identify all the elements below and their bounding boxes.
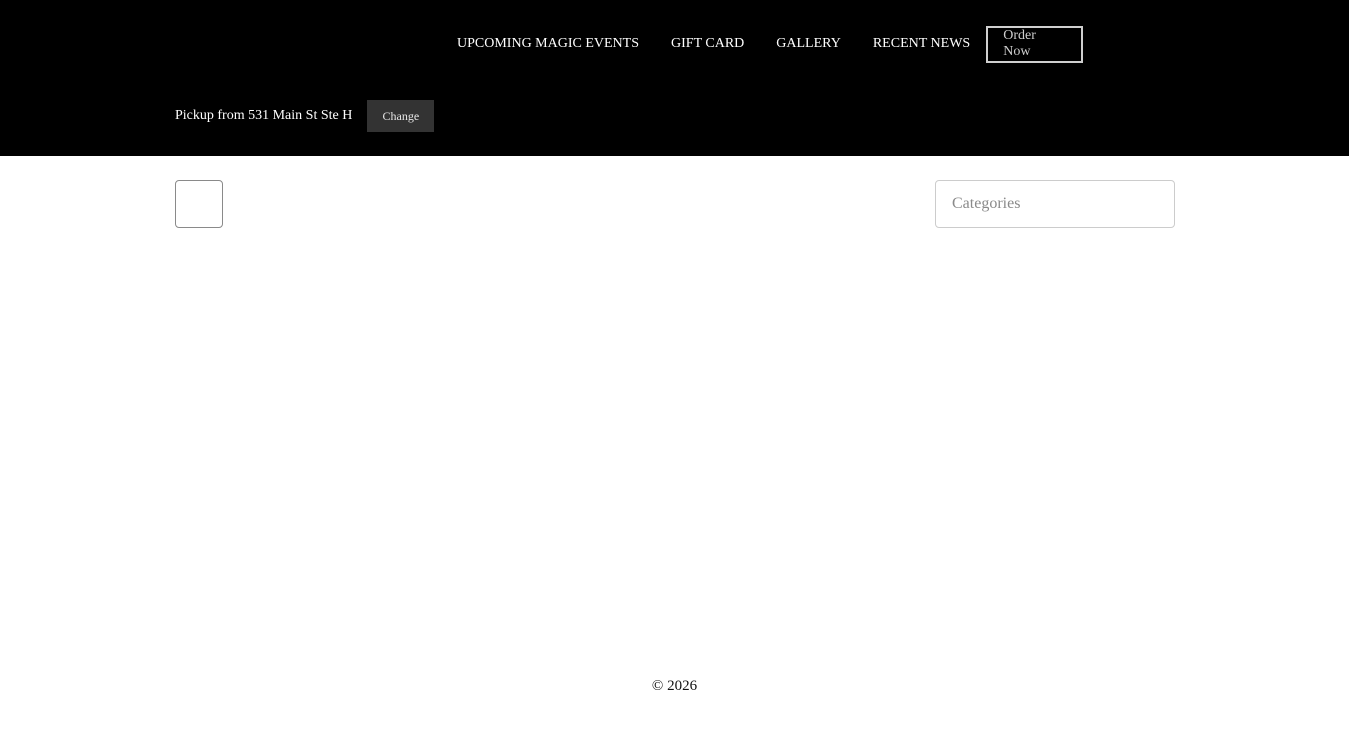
pickup-location: Pickup from 531 Main St Ste H (175, 108, 353, 123)
nav-gallery[interactable]: GALLERY (760, 24, 857, 64)
nav-recent-news[interactable]: RECENT NEWS (857, 24, 986, 64)
order-now-button[interactable]: Order Now (986, 25, 1084, 63)
nav-upcoming-magic-events[interactable]: UPCOMING MAGIC EVENTS (441, 24, 655, 64)
site-header: UPCOMING MAGIC EVENTS GIFT CARD GALLERY … (0, 0, 1349, 156)
main-nav: UPCOMING MAGIC EVENTS GIFT CARD GALLERY … (441, 24, 1084, 64)
nav-gift-card[interactable]: GIFT CARD (655, 24, 760, 64)
pickup-bar: Pickup from 531 Main St Ste H Change (175, 100, 435, 132)
footer-copyright: © 2026 (651, 678, 698, 694)
change-pickup-button[interactable]: Change (367, 100, 435, 132)
menu-toggle-button[interactable] (175, 180, 223, 228)
categories-select[interactable]: Categories (935, 180, 1175, 228)
